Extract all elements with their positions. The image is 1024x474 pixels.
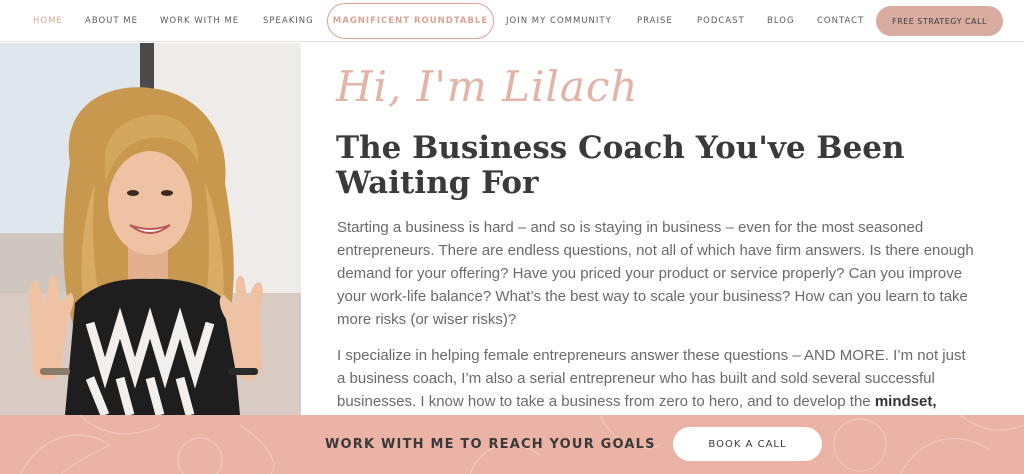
portrait-illustration	[0, 43, 301, 415]
nav-contact[interactable]: CONTACT	[817, 0, 864, 42]
hero-paragraph-1: Starting a business is hard – and so is …	[337, 219, 974, 328]
nav-praise[interactable]: PRAISE	[637, 0, 673, 42]
hero-greeting: Hi, I'm Lilach	[336, 62, 639, 111]
hero-paragraph-2-text: I specialize in helping female entrepren…	[337, 347, 966, 410]
hero-headline: The Business Coach You've Been Waiting F…	[336, 131, 936, 201]
hero-headline-line2: Waiting For	[336, 165, 539, 201]
hero-headline-line1: The Business Coach You've Been	[336, 130, 905, 166]
nav-work-with-me[interactable]: WORK WITH ME	[160, 0, 239, 42]
nav-join-my-community[interactable]: JOIN MY COMMUNITY	[506, 0, 612, 42]
nav-home[interactable]: HOME	[33, 0, 63, 42]
sticky-cta-bar: WORK WITH ME TO REACH YOUR GOALS BOOK A …	[0, 415, 1024, 474]
nav-magnificent-roundtable[interactable]: MAGNIFICENT ROUNDTABLE	[327, 3, 494, 39]
hero-paragraph-2-bold: mindset,	[874, 393, 937, 410]
nav-blog[interactable]: BLOG	[767, 0, 795, 42]
free-strategy-call-button[interactable]: FREE STRATEGY CALL	[876, 6, 1003, 36]
nav-podcast[interactable]: PODCAST	[697, 0, 745, 42]
book-a-call-button[interactable]: BOOK A CALL	[673, 427, 822, 461]
bottom-bar-heading: WORK WITH ME TO REACH YOUR GOALS	[325, 437, 656, 452]
nav-about-me[interactable]: ABOUT ME	[85, 0, 138, 42]
top-navigation: HOME ABOUT ME WORK WITH ME SPEAKING MAGN…	[0, 0, 1024, 42]
hero-portrait-photo	[0, 43, 301, 415]
nav-speaking[interactable]: SPEAKING	[263, 0, 314, 42]
hero-paragraph-2: I specialize in helping female entrepren…	[337, 344, 977, 413]
